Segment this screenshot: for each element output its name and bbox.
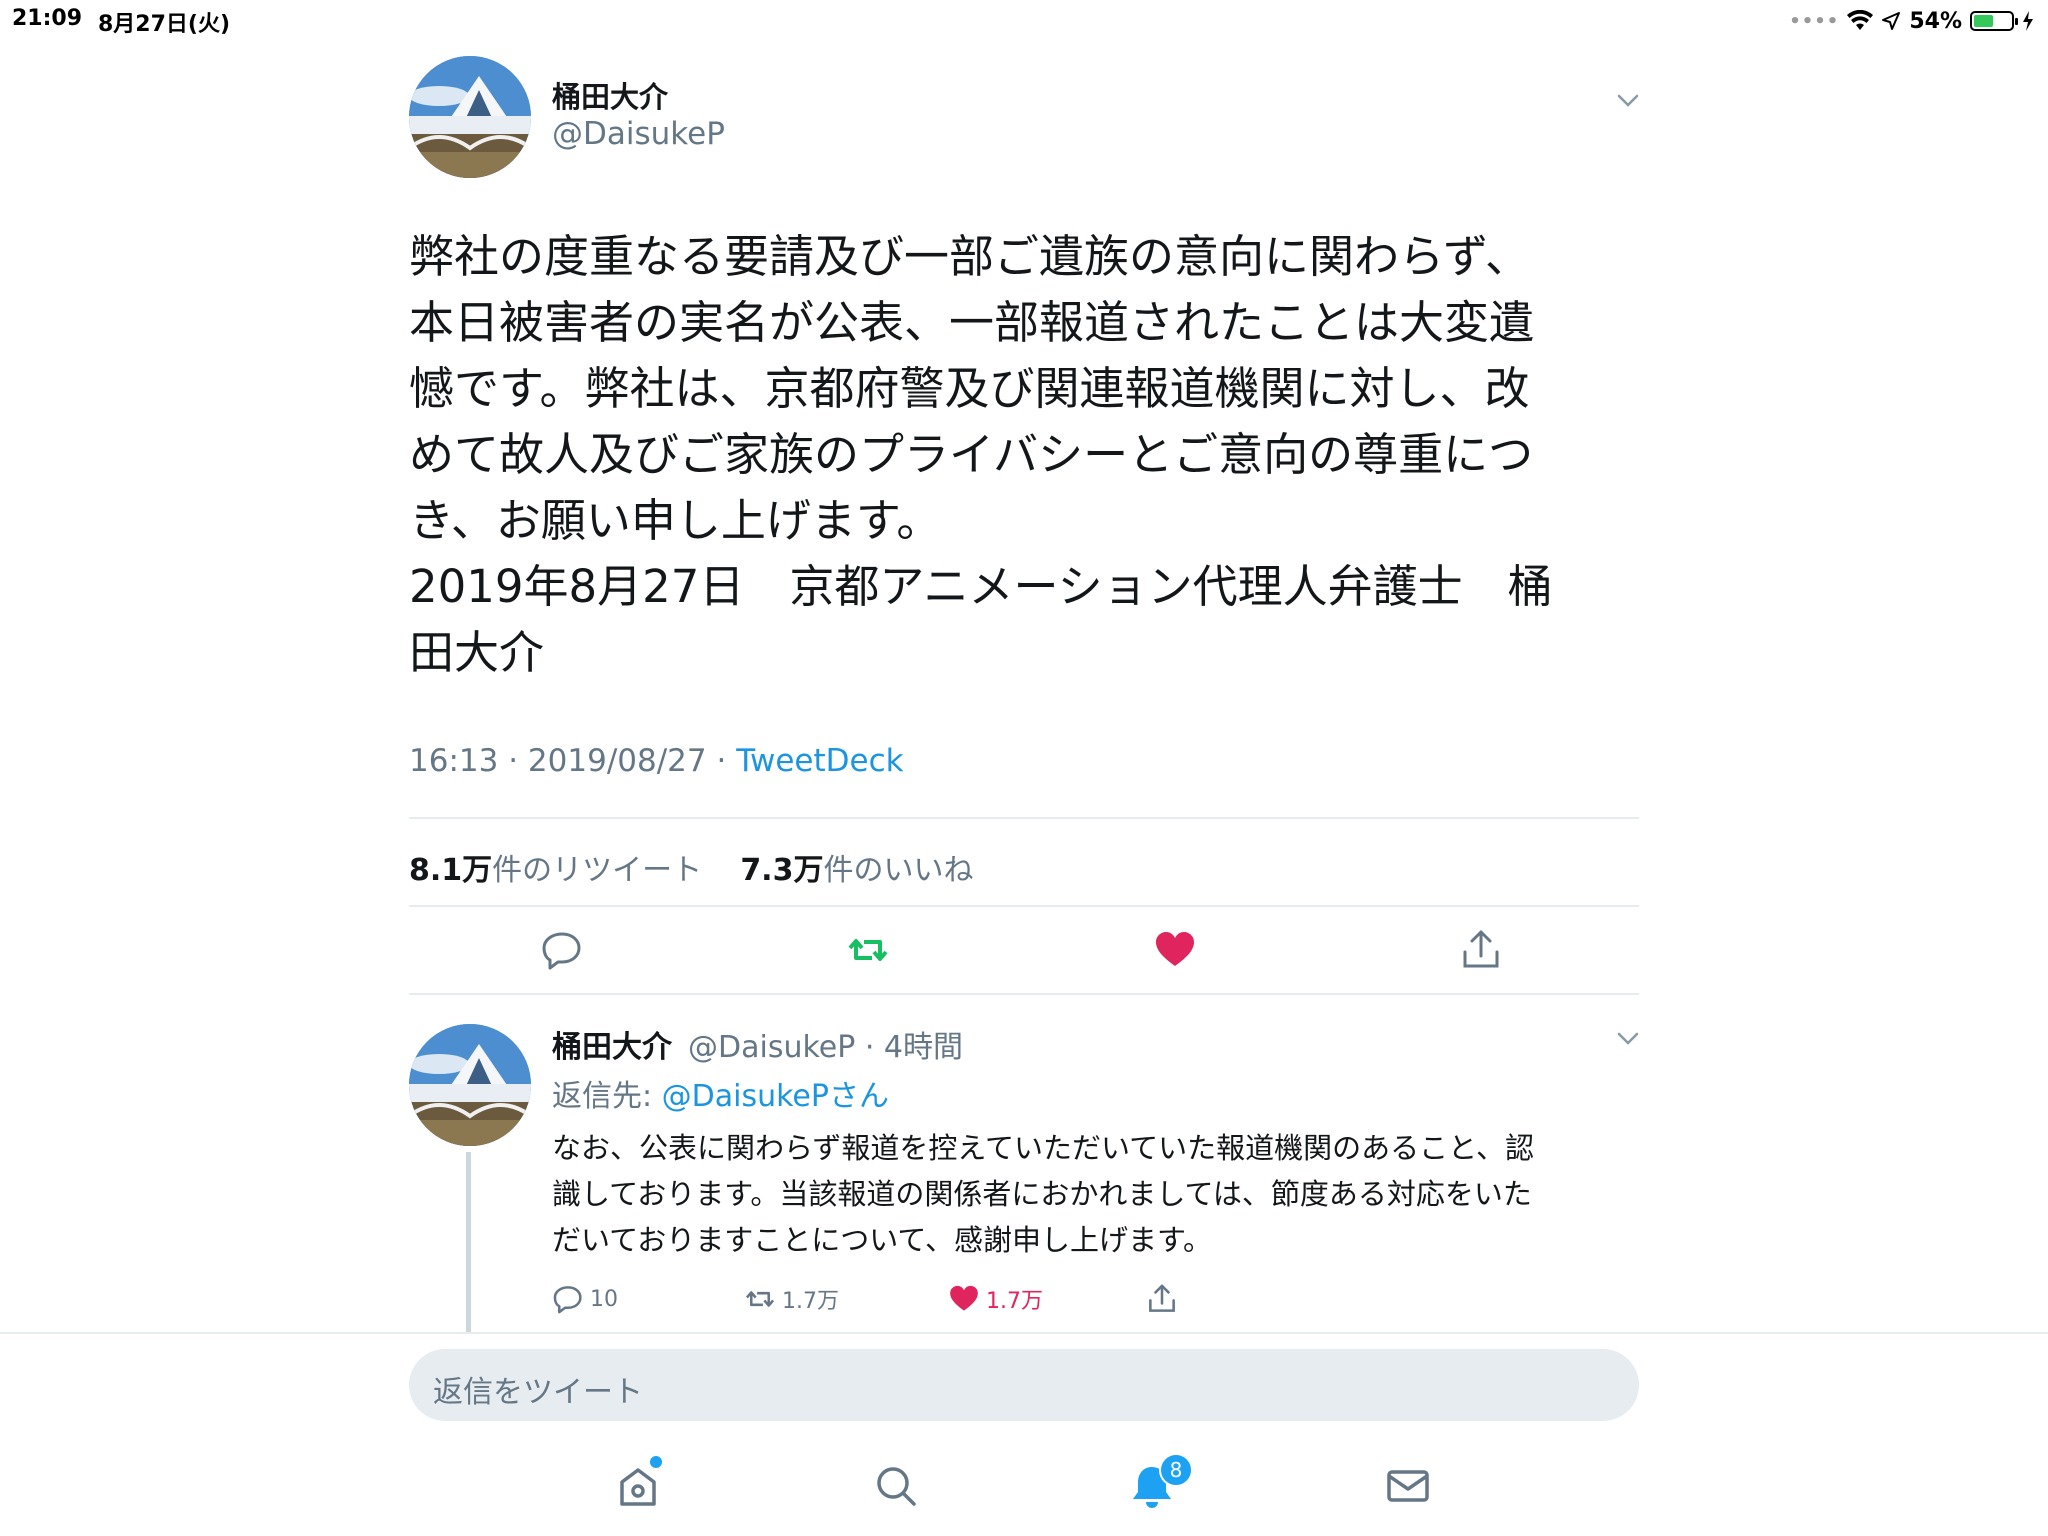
search-icon[interactable] bbox=[872, 1462, 920, 1510]
like-icon bbox=[948, 1283, 980, 1315]
notification-badge: 8 bbox=[1159, 1453, 1193, 1487]
reply-author-handle-time[interactable]: @DaisukeP · 4時間 bbox=[688, 1022, 963, 1066]
divider bbox=[409, 905, 1639, 907]
share-icon bbox=[1146, 1283, 1178, 1315]
status-time: 21:09 bbox=[12, 6, 83, 31]
messages-icon[interactable] bbox=[1384, 1462, 1432, 1510]
reply-icon[interactable] bbox=[540, 928, 584, 972]
like-icon[interactable] bbox=[1153, 928, 1197, 972]
retweet-icon bbox=[744, 1283, 776, 1315]
reply-to-line: 返信先: @DaisukePさん bbox=[552, 1071, 889, 1115]
reply-tweet-text: なお、公表に関わらず報道を控えていただいていた報道機関のあること、認 識しており… bbox=[552, 1131, 1534, 1257]
home-unread-dot bbox=[650, 1456, 662, 1468]
divider bbox=[409, 817, 1639, 819]
home-icon[interactable] bbox=[614, 1462, 662, 1510]
reply-reply-button[interactable]: 10 bbox=[552, 1281, 618, 1317]
tweet-time: 16:13 bbox=[409, 743, 499, 779]
engagement-stats: 8.1万件のリツイート 7.3万件のいいね bbox=[409, 845, 973, 889]
reply-composer-input[interactable]: 返信をツイート bbox=[409, 1349, 1639, 1421]
tweet-date: 2019/08/27 bbox=[527, 743, 707, 779]
reply-share-button[interactable] bbox=[1146, 1281, 1178, 1317]
reply-to-label: 返信先: bbox=[552, 1079, 662, 1114]
author-handle[interactable]: @DaisukeP bbox=[552, 116, 725, 152]
avatar[interactable] bbox=[409, 56, 531, 178]
author-name[interactable]: 桶田大介 bbox=[552, 74, 668, 116]
battery-percent: 54% bbox=[1909, 8, 1962, 34]
thread-line bbox=[466, 1152, 471, 1332]
battery-icon bbox=[1970, 11, 2018, 31]
chevron-down-icon[interactable] bbox=[1614, 86, 1642, 114]
reply-author-name[interactable]: 桶田大介 bbox=[552, 1022, 672, 1066]
composer-divider bbox=[0, 1332, 2048, 1334]
divider bbox=[409, 993, 1639, 995]
like-count: 1.7万 bbox=[986, 1289, 1043, 1314]
tweet-text: 弊社の度重なる要請及び一部ご遺族の意向に関わらず、 本日被害者の実名が公表、一部… bbox=[409, 230, 1553, 679]
retweet-icon[interactable] bbox=[846, 928, 890, 972]
reply-count: 10 bbox=[590, 1286, 618, 1312]
status-date: 8月27日(火) bbox=[98, 12, 231, 37]
meta-separator: · bbox=[716, 743, 727, 779]
wifi-icon bbox=[1847, 10, 1874, 32]
reply-icon bbox=[552, 1283, 584, 1315]
reply-avatar[interactable] bbox=[409, 1024, 531, 1146]
charging-icon bbox=[2022, 11, 2034, 31]
tweet-source-link[interactable]: TweetDeck bbox=[736, 743, 903, 779]
status-indicators: •••• 54% bbox=[1789, 4, 2034, 38]
like-stat[interactable]: 7.3万件のいいね bbox=[740, 853, 973, 888]
reply-chevron-down-icon[interactable] bbox=[1614, 1024, 1642, 1052]
share-icon[interactable] bbox=[1459, 928, 1503, 972]
reply-to-handle[interactable]: @DaisukePさん bbox=[662, 1079, 889, 1114]
location-icon bbox=[1881, 11, 1901, 31]
reply-retweet-button[interactable]: 1.7万 bbox=[744, 1281, 839, 1317]
meta-separator: · bbox=[508, 743, 519, 779]
retweet-count: 1.7万 bbox=[782, 1289, 839, 1314]
signal-dots-icon: •••• bbox=[1789, 10, 1840, 32]
tweet-meta: 16:13 · 2019/08/27 · TweetDeck bbox=[409, 743, 904, 779]
reply-like-button[interactable]: 1.7万 bbox=[948, 1281, 1043, 1317]
retweet-stat[interactable]: 8.1万件のリツイート bbox=[409, 853, 702, 888]
